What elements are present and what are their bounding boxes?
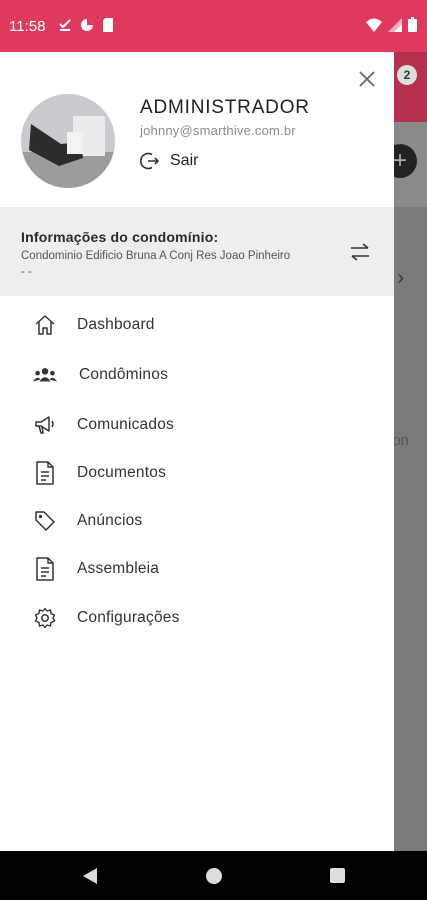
- battery-icon: [408, 17, 417, 37]
- menu-label-anuncios: Anúncios: [77, 512, 143, 529]
- home-button[interactable]: [206, 868, 222, 884]
- menu-item-condominos[interactable]: Condôminos: [0, 353, 394, 397]
- menu-item-assembleia[interactable]: Assembleia: [0, 547, 394, 591]
- wifi-icon: [366, 18, 382, 37]
- avatar[interactable]: [21, 94, 115, 188]
- menu-item-documentos[interactable]: Documentos: [0, 451, 394, 495]
- back-triangle-icon: [83, 868, 97, 884]
- menu-item-dashboard[interactable]: Dashboard: [0, 303, 394, 347]
- status-time: 11:58: [9, 18, 46, 35]
- document-icon: [33, 557, 57, 581]
- menu-label-documentos: Documentos: [77, 464, 167, 481]
- condo-info-title: Informações do condomínio:: [21, 229, 219, 245]
- recents-button[interactable]: [330, 868, 345, 883]
- condo-info-panel: Informações do condomínio: Condominio Ed…: [0, 207, 394, 296]
- background-content: [391, 207, 427, 851]
- logout-label: Sair: [170, 152, 199, 169]
- menu-label-comunicados: Comunicados: [77, 416, 174, 433]
- menu-item-comunicados[interactable]: Comunicados: [0, 403, 394, 447]
- tag-icon: [33, 509, 57, 533]
- menu-item-configuracoes[interactable]: Configurações: [0, 596, 394, 640]
- data-saver-icon: [80, 18, 94, 37]
- signal-icon: [388, 17, 402, 37]
- megaphone-icon: [33, 413, 57, 437]
- sd-card-icon: [102, 18, 114, 37]
- people-icon: [33, 363, 57, 387]
- gear-icon: [33, 606, 57, 630]
- document-icon: [33, 461, 57, 485]
- close-drawer-button[interactable]: [355, 67, 379, 91]
- swap-icon: [351, 243, 369, 261]
- menu-item-anuncios[interactable]: Anúncios: [0, 499, 394, 543]
- status-bar: 11:58: [0, 0, 427, 52]
- menu-label-dashboard: Dashboard: [77, 316, 155, 333]
- switch-condo-button[interactable]: [348, 242, 372, 262]
- system-nav-bar: [0, 851, 427, 900]
- navigation-drawer: ADMINISTRADOR johnny@smarthive.com.br Sa…: [0, 52, 394, 851]
- close-icon: [359, 71, 375, 87]
- chevron-right-icon: ›: [397, 267, 404, 289]
- notification-badge[interactable]: 2: [397, 65, 417, 85]
- download-done-icon: [58, 18, 72, 37]
- menu-label-condominos: Condôminos: [79, 366, 169, 383]
- logout-button[interactable]: Sair: [140, 151, 198, 171]
- condo-info-description: Condominio Edificio Bruna A Conj Res Joa…: [21, 250, 291, 278]
- menu-label-configuracoes: Configurações: [77, 609, 180, 626]
- user-name: ADMINISTRADOR: [140, 97, 310, 118]
- user-email: johnny@smarthive.com.br: [140, 123, 296, 138]
- menu-label-assembleia: Assembleia: [77, 560, 160, 577]
- back-button[interactable]: [82, 867, 98, 890]
- home-icon: [33, 313, 57, 337]
- logout-icon: [140, 152, 160, 170]
- background-partial-text: on: [392, 432, 409, 449]
